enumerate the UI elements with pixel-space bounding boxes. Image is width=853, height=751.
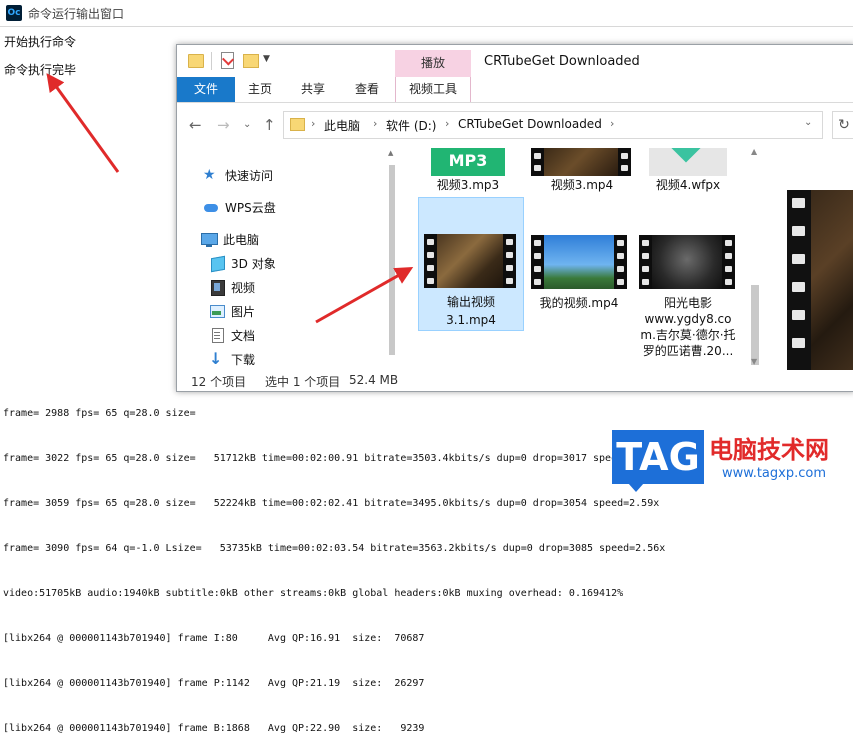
annotation-arrow: [46, 73, 120, 173]
watermark-logo: TAG 电脑技术网 www.tagxp.com: [612, 426, 853, 492]
watermark-tag: TAG: [612, 430, 704, 492]
watermark-site-name: 电脑技术网: [709, 436, 829, 464]
watermark-url: www.tagxp.com: [722, 466, 826, 481]
log-line: frame= 3059 fps= 65 q=28.0 size= 52224kB…: [3, 498, 660, 509]
annotation-arrow: [315, 267, 414, 324]
annotation-arrows: [46, 73, 414, 324]
log-line: [libx264 @ 000001143b701940] frame I:80 …: [3, 633, 425, 644]
log-line: video:51705kB audio:1940kB subtitle:0kB …: [3, 588, 624, 599]
log-line: [libx264 @ 000001143b701940] frame B:186…: [3, 723, 425, 734]
log-line: [libx264 @ 000001143b701940] frame P:114…: [3, 678, 425, 689]
log-line: frame= 3090 fps= 64 q=-1.0 Lsize= 53735k…: [3, 543, 666, 554]
